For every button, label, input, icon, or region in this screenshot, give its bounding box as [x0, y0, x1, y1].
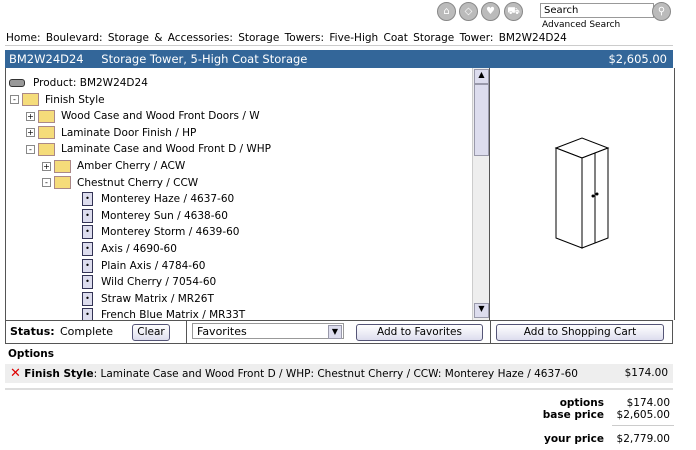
tree-node[interactable]: - Finish Style [10, 92, 105, 108]
favorites-select-value: Favorites [197, 325, 247, 338]
chevron-down-icon[interactable]: ▼ [328, 325, 342, 339]
option-row: ✕ Finish Style: Laminate Case and Wood F… [5, 364, 673, 383]
document-icon: • [82, 192, 93, 207]
scroll-thumb[interactable] [474, 84, 489, 156]
tree-node-label: Axis / 4690-60 [101, 243, 177, 255]
folder-icon [54, 176, 71, 190]
folder-icon [38, 126, 55, 140]
search-icon[interactable]: ⚲ [652, 2, 671, 21]
tree-node-label: Monterey Storm / 4639-60 [101, 226, 240, 239]
tree-node[interactable]: + Laminate Door Finish / HP [26, 125, 196, 141]
tree-node-label: Monterey Haze / 4637-60 [101, 193, 235, 206]
cart-icon[interactable]: ⛟ [504, 2, 523, 21]
collapse-icon[interactable]: - [10, 95, 19, 105]
divider [5, 388, 673, 390]
add-to-favorites-button[interactable]: Add to Favorites [356, 324, 483, 341]
product-bar: BM2W24D24 Storage Tower, 5-High Coat Sto… [5, 50, 673, 68]
search-input[interactable]: Search [540, 3, 654, 18]
status-label: Status: [10, 325, 55, 338]
folder-icon [38, 109, 55, 123]
document-icon: • [82, 225, 93, 240]
tree-node[interactable]: • Plain Axis / 4784-60 [82, 258, 205, 274]
tree-node[interactable]: • Monterey Sun / 4638-60 [82, 208, 228, 224]
tree-node-label: Plain Axis / 4784-60 [101, 259, 206, 272]
storage-tower-image [554, 137, 610, 249]
tree-node[interactable]: • French Blue Matrix / MR33T [82, 307, 245, 320]
tree-node-label: Product: BM2W24D24 [33, 77, 148, 89]
collapse-icon[interactable]: - [26, 144, 35, 154]
tag-icon[interactable]: ◇ [459, 2, 478, 21]
tree-node[interactable]: • Monterey Haze / 4637-60 [82, 191, 234, 207]
option-price: $174.00 [624, 367, 668, 379]
document-icon: • [82, 275, 93, 290]
expand-icon[interactable]: + [26, 128, 35, 138]
expand-icon[interactable]: + [26, 111, 35, 121]
add-to-cart-button[interactable]: Add to Shopping Cart [496, 324, 664, 341]
base-price-label: base price [542, 409, 604, 421]
tree-node-label: Wild Cherry / 7054-60 [101, 276, 217, 289]
collapse-icon[interactable]: - [42, 178, 51, 188]
tree-node[interactable]: - Laminate Case and Wood Front D / WHP [26, 141, 271, 157]
tree-node-label: French Blue Matrix / MR33T [101, 309, 246, 320]
tree-node[interactable]: • Wild Cherry / 7054-60 [82, 274, 216, 290]
document-icon: • [82, 208, 93, 223]
product-image-panel [489, 68, 675, 320]
your-price-label: your price [543, 433, 604, 445]
options-heading: Options [8, 348, 54, 360]
product-icon [9, 79, 25, 87]
tree-node[interactable]: • Axis / 4690-60 [82, 241, 177, 257]
breadcrumb[interactable]: Home: Boulevard: Storage & Accessories: … [6, 32, 567, 44]
tree-node-label: Laminate Door Finish / HP [61, 126, 197, 139]
checked-folder-icon [22, 93, 39, 107]
document-icon: • [82, 308, 93, 320]
document-icon: • [82, 291, 93, 306]
tree-node[interactable]: + Amber Cherry / ACW [42, 158, 185, 174]
favorites-select[interactable]: Favorites ▼ [192, 323, 344, 339]
folder-icon [54, 159, 71, 173]
options-total-label: options [559, 397, 604, 409]
advanced-search-link[interactable]: Advanced Search [542, 20, 620, 30]
tree-node-label: Wood Case and Wood Front Doors / W [61, 110, 260, 123]
tree-node[interactable]: - Chestnut Cherry / CCW [42, 175, 198, 191]
document-icon: • [82, 242, 93, 256]
scroll-up-icon[interactable]: ▲ [474, 69, 489, 84]
your-price-value: $2,779.00 [616, 433, 670, 445]
options-tree[interactable]: Product: BM2W24D24 - Finish Style + Wood Cas… [5, 68, 473, 320]
folder-icon [38, 142, 55, 156]
product-sku: BM2W24D24 [9, 52, 84, 66]
divider [5, 45, 673, 46]
document-icon: • [82, 258, 93, 273]
status-value: Complete [60, 325, 114, 338]
tree-node[interactable]: + Wood Case and Wood Front Doors / W [26, 108, 260, 124]
tree-node-label: Amber Cherry / ACW [77, 160, 186, 172]
tree-node-label: Finish Style [45, 93, 105, 106]
home-icon[interactable]: ⌂ [437, 2, 456, 21]
product-name: Storage Tower, 5-High Coat Storage [101, 52, 308, 66]
clear-button[interactable]: Clear [132, 324, 170, 341]
tree-scrollbar[interactable]: ▲ ▼ [472, 68, 489, 320]
remove-icon[interactable]: ✕ [10, 366, 21, 381]
tree-node-label: Straw Matrix / MR26T [101, 292, 214, 305]
expand-icon[interactable]: + [42, 161, 51, 171]
tree-node[interactable]: Product: BM2W24D24 [9, 75, 148, 91]
base-price-value: $2,605.00 [616, 409, 670, 421]
tree-node-label: Monterey Sun / 4638-60 [101, 209, 228, 222]
tree-node[interactable]: • Monterey Storm / 4639-60 [82, 224, 239, 240]
option-name: Finish Style [24, 368, 94, 380]
option-desc: : Laminate Case and Wood Front D / WHP: … [93, 368, 578, 380]
tree-node-label: Chestnut Cherry / CCW [77, 176, 199, 189]
product-price: $2,605.00 [608, 52, 667, 66]
tree-node-label: Laminate Case and Wood Front D / WHP [61, 143, 271, 156]
heart-icon[interactable]: ♥ [481, 2, 500, 21]
options-total-value: $174.00 [626, 397, 670, 409]
scroll-down-icon[interactable]: ▼ [474, 303, 489, 318]
tree-node[interactable]: • Straw Matrix / MR26T [82, 291, 214, 307]
